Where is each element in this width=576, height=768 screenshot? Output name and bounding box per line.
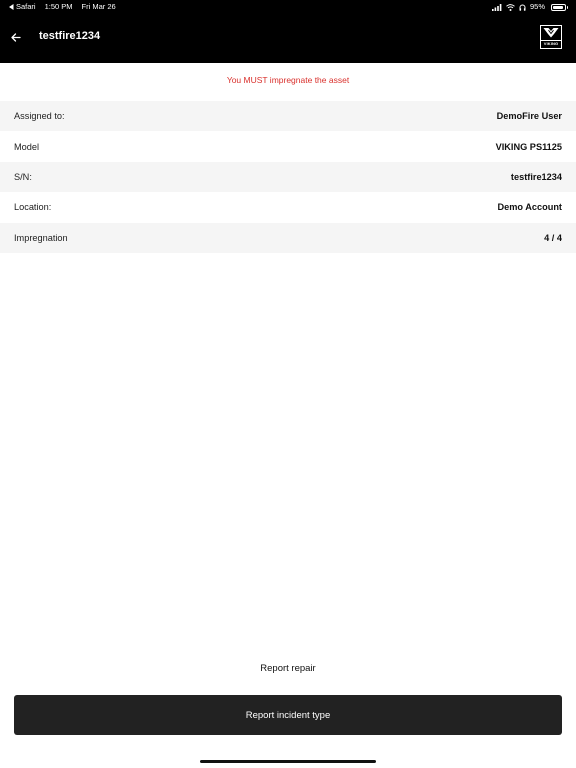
detail-row-assigned-to: Assigned to: DemoFire User — [0, 101, 576, 132]
status-left: Safari 1:50 PM Fri Mar 26 — [9, 0, 116, 14]
back-app-label: Safari — [16, 2, 36, 11]
back-button[interactable] — [6, 26, 26, 48]
detail-label: Impregnation — [14, 232, 68, 243]
report-repair-button[interactable]: Report repair — [0, 663, 576, 674]
impregnation-warning: You MUST impregnate the asset — [226, 75, 350, 85]
wifi-icon — [506, 3, 515, 11]
status-date: Fri Mar 26 — [81, 2, 116, 11]
battery-level-fill — [553, 5, 564, 9]
arrow-left-icon — [11, 32, 21, 42]
detail-label: S/N: — [14, 171, 32, 182]
top-bar: Safari 1:50 PM Fri Mar 26 95% testfire12… — [0, 0, 576, 63]
asset-details-list: Assigned to: DemoFire User Model VIKING … — [0, 101, 576, 253]
report-incident-type-label: Report incident type — [245, 709, 331, 721]
battery-percentage: 95% — [529, 2, 545, 11]
detail-value: 4 / 4 — [544, 232, 562, 243]
detail-row-serial-number: S/N: testfire1234 — [0, 161, 576, 193]
back-to-app-link[interactable]: Safari — [9, 0, 36, 14]
detail-row-model: Model VIKING PS1125 — [0, 131, 576, 161]
detail-value: DemoFire User — [496, 111, 562, 122]
asset-detail-screen: Safari 1:50 PM Fri Mar 26 95% testfire12… — [0, 0, 576, 768]
detail-value: testfire1234 — [510, 171, 562, 182]
detail-label: Model — [14, 141, 40, 152]
viking-logo: VIKING — [540, 25, 562, 49]
detail-row-location: Location: Demo Account — [0, 192, 576, 222]
detail-row-impregnation: Impregnation 4 / 4 — [0, 222, 576, 253]
detail-label: Assigned to: — [14, 111, 65, 122]
status-right: 95% — [491, 0, 568, 14]
battery-icon — [551, 3, 568, 11]
triangle-left-icon — [9, 4, 14, 10]
signal-icon — [491, 3, 502, 11]
headphones-icon — [519, 4, 526, 11]
logo-text: VIKING — [541, 40, 561, 47]
status-time: 1:50 PM — [44, 2, 73, 11]
status-bar: Safari 1:50 PM Fri Mar 26 95% — [0, 0, 576, 14]
detail-label: Location: — [14, 202, 52, 213]
home-indicator[interactable] — [200, 760, 376, 763]
page-title: testfire1234 — [39, 30, 101, 42]
viking-emblem-icon — [543, 28, 559, 38]
app-header: testfire1234 VIKING — [0, 14, 576, 63]
report-incident-type-button[interactable]: Report incident type — [14, 695, 562, 735]
detail-value: VIKING PS1125 — [495, 141, 562, 152]
detail-value: Demo Account — [497, 202, 563, 213]
